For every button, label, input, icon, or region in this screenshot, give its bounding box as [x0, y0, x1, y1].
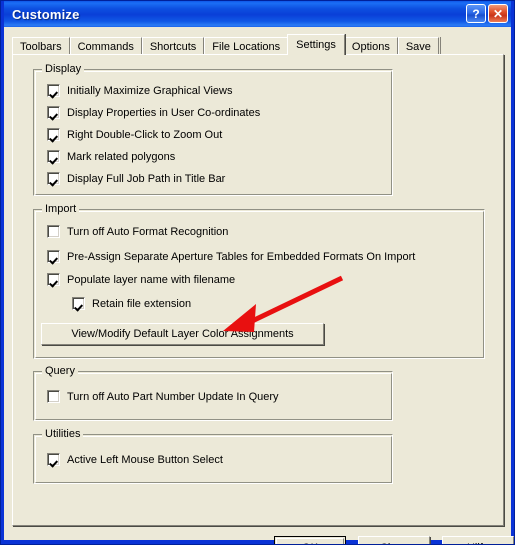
checkbox-icon-turn-off-auto-part-number-update[interactable]	[47, 390, 60, 403]
ok-button-label: OK	[276, 538, 344, 544]
checkbox-row-turn-off-auto-part-number-update[interactable]: Turn off Auto Part Number Update In Quer…	[47, 390, 279, 403]
tab-settings[interactable]: Settings	[287, 34, 345, 55]
tab-strip-end-divider	[439, 37, 441, 55]
ok-button[interactable]: OK	[274, 536, 346, 544]
checkbox-icon-active-left-mouse-button-select[interactable]	[47, 453, 60, 466]
checkbox-label-turn-off-auto-format-recognition: Turn off Auto Format Recognition	[67, 225, 229, 238]
checkbox-row-mark-related-polygons[interactable]: Mark related polygons	[47, 150, 175, 163]
checkbox-row-pre-assign-aperture-tables[interactable]: Pre-Assign Separate Aperture Tables for …	[47, 250, 415, 263]
tab-save[interactable]: Save	[397, 37, 439, 55]
tab-shortcuts[interactable]: Shortcuts	[141, 37, 205, 55]
checkbox-row-active-left-mouse-button-select[interactable]: Active Left Mouse Button Select	[47, 453, 223, 466]
checkbox-row-display-full-job-path[interactable]: Display Full Job Path in Title Bar	[47, 172, 225, 185]
dialog-client-area: Toolbars Commands Shortcuts File Locatio…	[4, 27, 514, 544]
checkbox-label-populate-layer-name-with-filename: Populate layer name with filename	[67, 273, 236, 286]
checkbox-icon-display-properties-user-coordinates[interactable]	[47, 106, 60, 119]
checkbox-row-right-double-click-zoom-out[interactable]: Right Double-Click to Zoom Out	[47, 128, 222, 141]
checkbox-label-pre-assign-aperture-tables: Pre-Assign Separate Aperture Tables for …	[67, 250, 416, 263]
close-button[interactable]: Close	[358, 536, 430, 544]
checkbox-row-display-properties-user-coordinates[interactable]: Display Properties in User Co-ordinates	[47, 106, 260, 119]
customize-dialog-window: Customize ? ✕ Toolbars Commands Shortcut…	[0, 0, 515, 545]
window-title: Customize	[12, 6, 80, 22]
checkbox-label-mark-related-polygons: Mark related polygons	[67, 150, 176, 163]
checkbox-row-retain-file-extension[interactable]: Retain file extension	[72, 297, 191, 310]
checkbox-label-right-double-click-zoom-out: Right Double-Click to Zoom Out	[67, 128, 223, 141]
tab-file-locations[interactable]: File Locations	[204, 37, 289, 55]
group-utilities: Utilities Active Left Mouse Button Selec…	[33, 428, 393, 484]
group-display-title: Display	[42, 63, 85, 75]
checkbox-label-display-properties-user-coordinates: Display Properties in User Co-ordinates	[67, 106, 261, 119]
checkbox-icon-retain-file-extension[interactable]	[72, 297, 85, 310]
group-query: Query Turn off Auto Part Number Update I…	[33, 365, 393, 421]
checkbox-label-initially-maximize-graphical-views: Initially Maximize Graphical Views	[67, 84, 233, 97]
tab-commands[interactable]: Commands	[69, 37, 142, 55]
help-icon[interactable]: ?	[466, 4, 486, 23]
checkbox-label-active-left-mouse-button-select: Active Left Mouse Button Select	[67, 453, 223, 466]
title-bar[interactable]: Customize ? ✕	[4, 1, 511, 27]
group-query-title: Query	[42, 365, 78, 377]
view-modify-default-layer-color-assignments-button[interactable]: View/Modify Default Layer Color Assignme…	[41, 323, 324, 345]
checkbox-label-retain-file-extension: Retain file extension	[92, 297, 192, 310]
group-import: Import Turn off Auto Format Recognition …	[33, 203, 485, 359]
checkbox-icon-mark-related-polygons[interactable]	[47, 150, 60, 163]
checkbox-icon-right-double-click-zoom-out[interactable]	[47, 128, 60, 141]
checkbox-icon-turn-off-auto-format-recognition[interactable]	[47, 225, 60, 238]
help-button[interactable]: Hilfe	[442, 536, 514, 544]
checkbox-label-display-full-job-path: Display Full Job Path in Title Bar	[67, 172, 226, 185]
tab-toolbars[interactable]: Toolbars	[12, 37, 70, 55]
checkbox-icon-pre-assign-aperture-tables[interactable]	[47, 250, 60, 263]
settings-tab-panel: Display Initially Maximize Graphical Vie…	[12, 54, 504, 526]
checkbox-row-initially-maximize-graphical-views[interactable]: Initially Maximize Graphical Views	[47, 84, 232, 97]
tab-options[interactable]: Options	[343, 37, 398, 55]
title-bar-buttons: ? ✕	[466, 4, 508, 23]
group-import-title: Import	[42, 203, 80, 215]
checkbox-icon-initially-maximize-graphical-views[interactable]	[47, 84, 60, 97]
checkbox-icon-display-full-job-path[interactable]	[47, 172, 60, 185]
checkbox-label-turn-off-auto-part-number-update: Turn off Auto Part Number Update In Quer…	[67, 390, 279, 403]
tab-strip: Toolbars Commands Shortcuts File Locatio…	[12, 34, 441, 55]
checkbox-icon-populate-layer-name-with-filename[interactable]	[47, 273, 60, 286]
checkbox-row-populate-layer-name-with-filename[interactable]: Populate layer name with filename	[47, 273, 235, 286]
group-utilities-title: Utilities	[42, 428, 84, 440]
group-display: Display Initially Maximize Graphical Vie…	[33, 63, 393, 196]
close-icon[interactable]: ✕	[488, 4, 508, 23]
checkbox-row-turn-off-auto-format-recognition[interactable]: Turn off Auto Format Recognition	[47, 225, 228, 238]
